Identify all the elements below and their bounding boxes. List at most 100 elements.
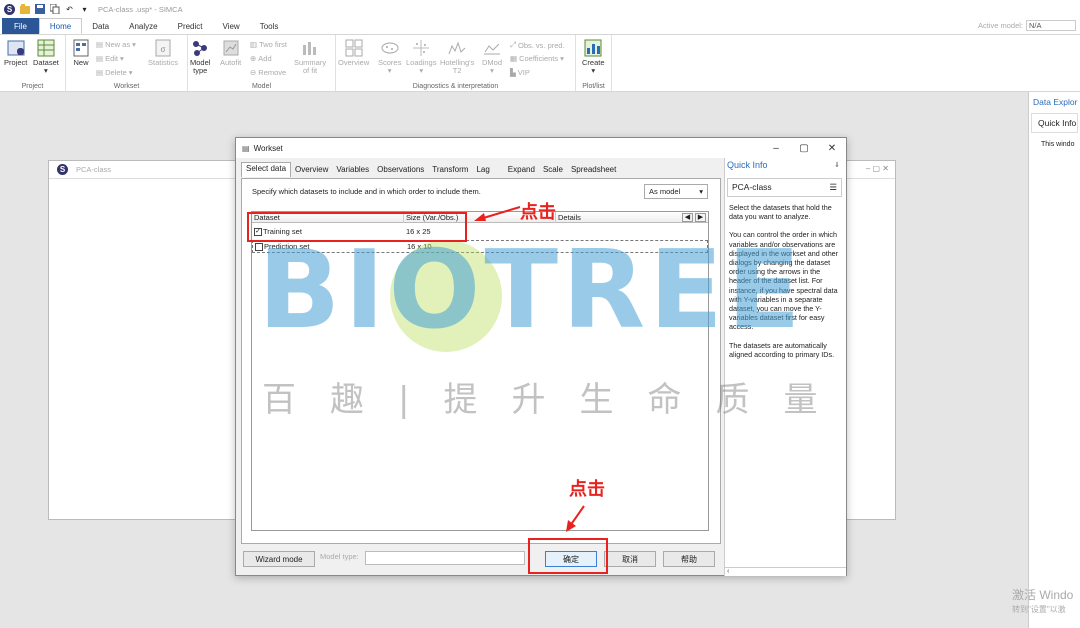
pin-icon[interactable]: ⇓ — [834, 161, 840, 169]
model-type-icon — [191, 39, 209, 57]
svg-text:σ: σ — [161, 45, 166, 54]
scroll-left-icon[interactable]: ‹ — [727, 568, 729, 575]
move-left-arrow-icon[interactable]: ◀ — [682, 213, 693, 222]
close-icon[interactable]: ✕ — [818, 138, 846, 158]
cancel-button[interactable]: 取消 — [604, 551, 656, 567]
quick-info-panel: Quick Info ⇓ PCA-class ☰ Select the data… — [724, 158, 846, 576]
create-icon — [584, 39, 602, 57]
menu-tab-analyze[interactable]: Analyze — [119, 18, 167, 34]
ribbon-group-label: Plot/list — [582, 83, 605, 90]
app-title: PCA-class .usp* - SIMCA — [98, 4, 183, 14]
statistics-icon: σ — [154, 39, 172, 57]
simca-logo-icon: S — [57, 164, 68, 175]
obs-vs-pred-icon: ⤢ — [510, 40, 516, 49]
tab-observations[interactable]: Observations — [373, 164, 428, 177]
menu-icon[interactable]: ☰ — [829, 182, 837, 193]
statistics-button[interactable]: σ Statistics — [148, 39, 178, 67]
minimize-icon[interactable]: – — [762, 138, 790, 158]
tab-expand[interactable]: Expand — [504, 164, 539, 177]
tab-overview[interactable]: Overview — [291, 164, 332, 177]
quick-info-title: Quick Info — [727, 160, 768, 170]
add-button[interactable]: ⊕ Add — [250, 54, 272, 63]
two-first-icon: ▥ — [250, 40, 258, 49]
create-dropdown-icon: ▾ — [591, 66, 596, 75]
tab-scale[interactable]: Scale — [539, 164, 567, 177]
coefficients-dropdown-icon: ▾ — [560, 54, 564, 63]
dmod-dropdown-icon: ▾ — [490, 66, 494, 75]
edit-icon: ▤ — [96, 54, 104, 63]
ribbon-group-label: Project — [21, 83, 44, 90]
col-details: Details — [558, 213, 581, 222]
tab-variables[interactable]: Variables — [332, 164, 373, 177]
loadings-dropdown-icon: ▾ — [419, 66, 424, 75]
tab-spreadsheet[interactable]: Spreadsheet — [567, 164, 620, 177]
quick-info-subtitle-bar: PCA-class ☰ — [727, 178, 842, 197]
horizontal-scrollbar[interactable]: ‹ — [725, 567, 846, 576]
dataset-icon — [37, 39, 55, 57]
autofit-button[interactable]: Autofit — [220, 39, 241, 67]
coefficients-button[interactable]: ▦ Coefficients ▾ — [510, 54, 564, 63]
ribbon-group-workset: New ▤ New as ▾ ▤ Edit ▾ ▤ Delete ▾ σ Statistic… — [66, 35, 188, 91]
vip-icon: ▙ — [510, 68, 516, 77]
summary-of-fit-button[interactable]: Summary of fit — [294, 39, 326, 75]
two-first-button[interactable]: ▥ Two first — [250, 40, 287, 49]
delete-button[interactable]: ▤ Delete ▾ — [96, 68, 133, 77]
remove-icon: ⊖ — [250, 68, 257, 77]
quick-info-header[interactable]: Quick Info — [1031, 113, 1078, 133]
help-button[interactable]: 帮助 — [663, 551, 715, 567]
edit-button[interactable]: ▤ Edit ▾ — [96, 54, 124, 63]
undo-icon[interactable]: ↶ — [64, 4, 75, 15]
ribbon-group-label: Model — [251, 83, 272, 90]
hotellings-button[interactable]: Hotelling's T2 — [440, 39, 474, 75]
menu-bar: File Home Data Analyze Predict View Tool… — [0, 18, 1080, 34]
windows-activation-subtext: 转到"设置"以激 — [1012, 605, 1066, 614]
loadings-button[interactable]: Loadings ▾ — [406, 39, 436, 75]
menu-tab-home[interactable]: Home — [38, 18, 83, 34]
move-right-arrow-icon[interactable]: ▶ — [695, 213, 706, 222]
menu-tab-predict[interactable]: Predict — [168, 18, 213, 34]
dialog-controls: – ▢ ✕ — [762, 138, 846, 158]
tab-select-data[interactable]: Select data — [241, 162, 292, 177]
instruction-text: Specify which datasets to include and in… — [252, 187, 481, 196]
new-workset-button[interactable]: New — [72, 39, 90, 67]
model-type-label: Model type: — [320, 552, 359, 561]
model-type-button[interactable]: Model type — [190, 39, 210, 75]
remove-button[interactable]: ⊖ Remove — [250, 68, 286, 77]
dialog-tabs: Select data Overview Variables Observati… — [241, 162, 620, 177]
menu-tab-data[interactable]: Data — [82, 18, 119, 34]
ribbon: Project Dataset ▾ Project New ▤ New as ▾ ▤… — [0, 34, 1080, 92]
chevron-down-icon: ▾ — [699, 187, 703, 196]
obs-vs-pred-button[interactable]: ⤢ Obs. vs. pred. — [510, 40, 565, 50]
project-window-controls-icon[interactable]: – ▢ ✕ — [866, 164, 889, 173]
new-as-button[interactable]: ▤ New as ▾ — [96, 40, 136, 49]
dataset-order-select[interactable]: As model ▾ — [644, 184, 708, 199]
tab-transform[interactable]: Transform — [428, 164, 472, 177]
vip-button[interactable]: ▙ VIP — [510, 68, 530, 77]
overview-button[interactable]: Overview — [338, 39, 369, 67]
tab-lag[interactable]: Lag — [472, 164, 493, 177]
dialog-titlebar: ▤ Workset – ▢ ✕ — [236, 138, 846, 158]
menu-tab-view[interactable]: View — [213, 18, 250, 34]
scores-button[interactable]: Scores ▾ — [378, 39, 401, 75]
copy-icon[interactable] — [49, 4, 60, 15]
dmod-button[interactable]: DMod ▾ — [482, 39, 502, 75]
annotation-click-2: 点击 — [569, 479, 605, 500]
wizard-mode-button[interactable]: Wizard mode — [243, 551, 315, 567]
model-type-input[interactable] — [365, 551, 525, 565]
dialog-title: Workset — [253, 143, 283, 153]
create-button[interactable]: Create ▾ — [582, 39, 605, 75]
windows-activation-text: 激活 Windo — [1012, 588, 1074, 602]
dataset-button[interactable]: Dataset ▾ — [33, 39, 59, 75]
scores-icon — [381, 39, 399, 57]
active-model-select[interactable]: N/A — [1026, 20, 1076, 31]
open-icon[interactable] — [19, 4, 30, 15]
maximize-icon[interactable]: ▢ — [790, 138, 818, 158]
menu-tab-file[interactable]: File — [2, 18, 39, 34]
save-icon[interactable] — [34, 4, 45, 15]
menu-tab-tools[interactable]: Tools — [250, 18, 289, 34]
annotation-arrow-1-icon — [474, 206, 521, 221]
dmod-icon — [483, 39, 501, 57]
project-button[interactable]: Project — [4, 39, 27, 67]
customize-dropdown-icon[interactable]: ▾ — [79, 4, 90, 15]
active-model: Active model: N/A — [978, 20, 1076, 31]
